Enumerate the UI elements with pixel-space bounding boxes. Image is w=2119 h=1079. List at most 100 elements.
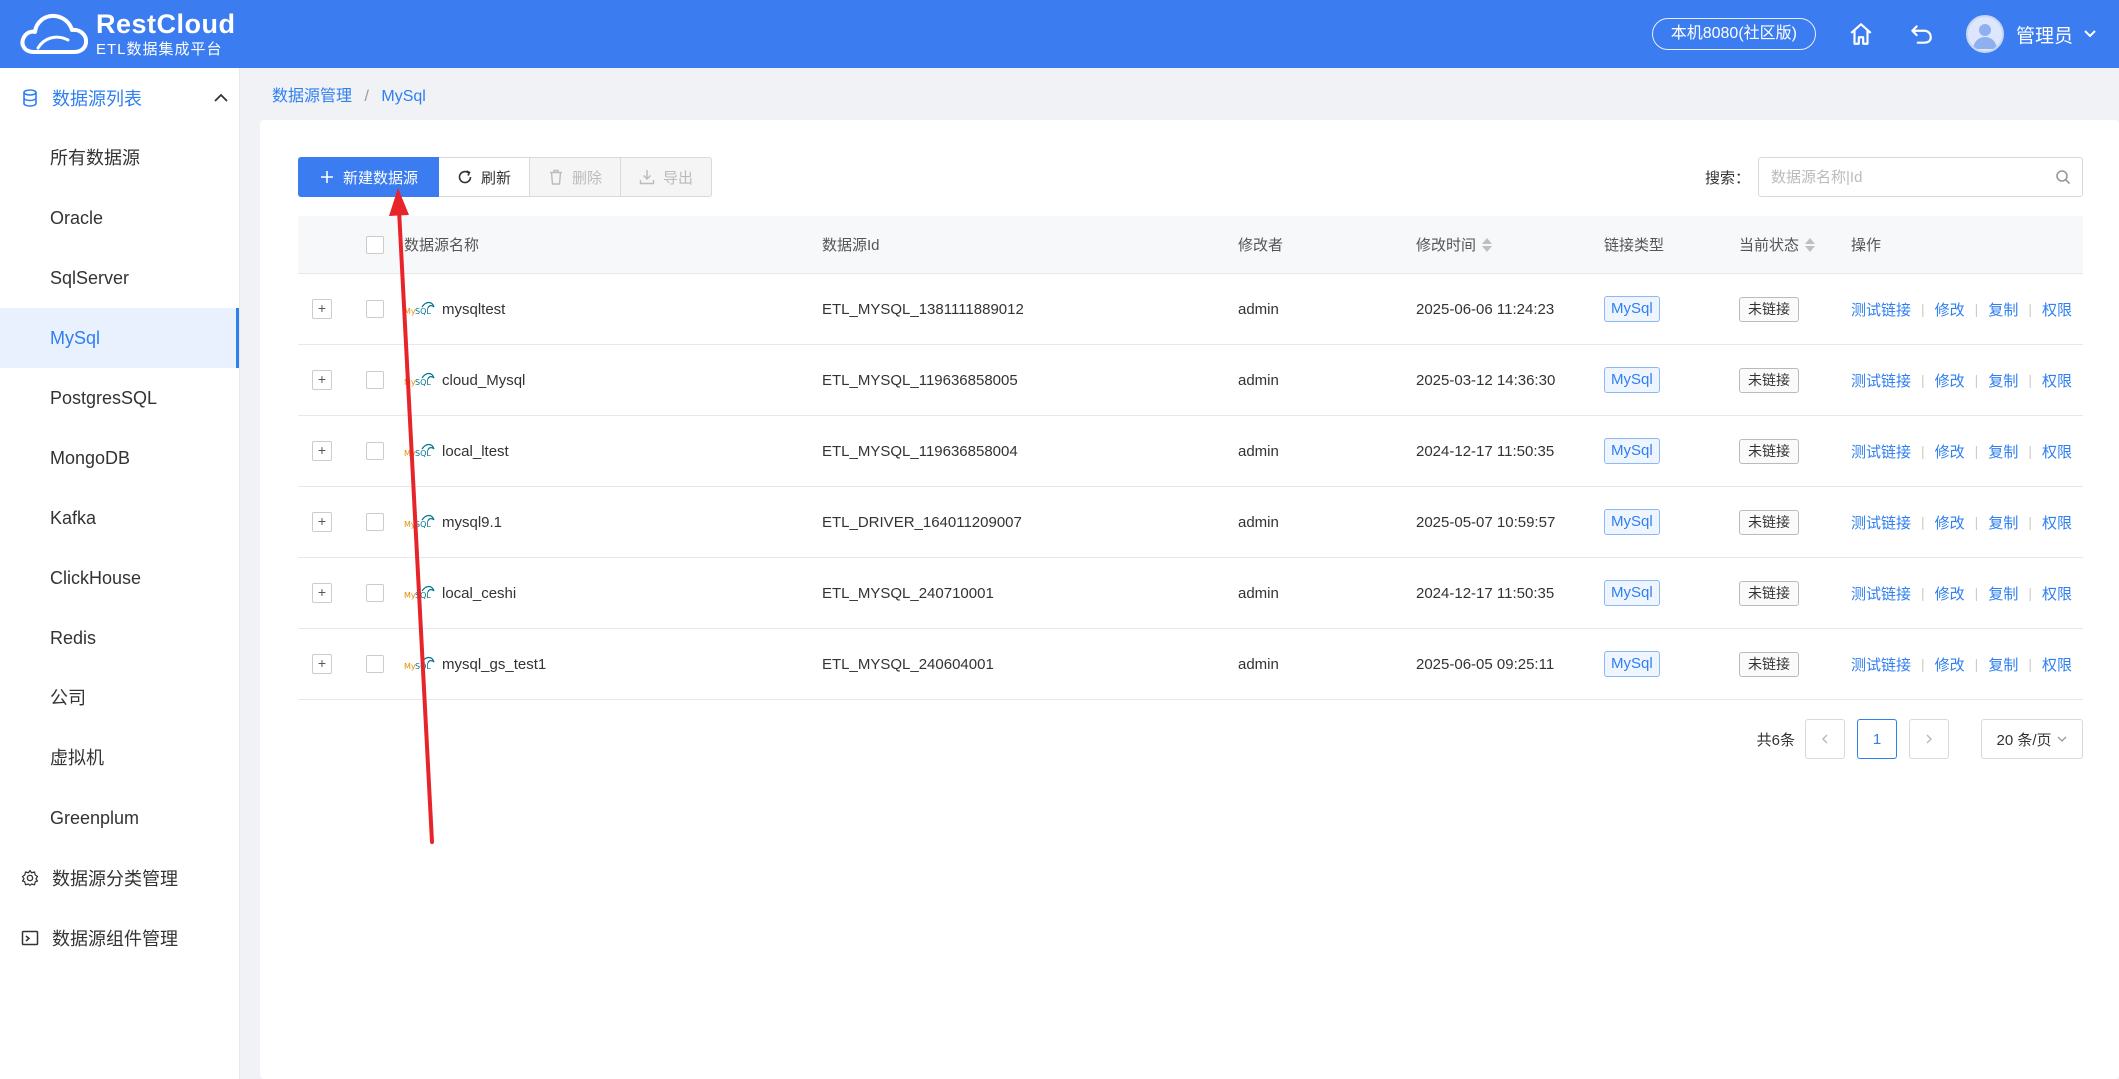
search-icon[interactable]: [2055, 169, 2071, 185]
sidebar-group-component[interactable]: 数据源组件管理: [0, 908, 239, 968]
column-header-ops: 操作: [1851, 237, 1882, 254]
test-link-button[interactable]: 测试链接: [1851, 370, 1911, 391]
user-name[interactable]: 管理员: [2016, 21, 2073, 48]
copy-button[interactable]: 复制: [1988, 370, 2018, 391]
sidebar-item-10[interactable]: 虚拟机: [0, 728, 239, 788]
sidebar-group-label: 数据源分类管理: [52, 869, 178, 889]
pagination: 共6条 1 20 条/页: [1757, 719, 2083, 759]
edit-button[interactable]: 修改: [1935, 299, 1965, 320]
select-all-checkbox[interactable]: [366, 235, 384, 254]
modifier: admin: [1238, 371, 1279, 389]
refresh-button[interactable]: 刷新: [439, 157, 531, 197]
avatar[interactable]: [1965, 15, 2004, 53]
sort-icon[interactable]: [1805, 237, 1816, 252]
edit-button[interactable]: 修改: [1935, 441, 1965, 462]
row-checkbox[interactable]: [366, 513, 384, 531]
svg-text:SQL: SQL: [415, 307, 431, 316]
modified-time: 2025-03-12 14:36:30: [1416, 371, 1556, 389]
delete-label: 删除: [572, 169, 603, 187]
link-type-tag: MySql: [1604, 580, 1660, 606]
datasource-name: local_ceshi: [442, 584, 517, 602]
row-checkbox[interactable]: [366, 300, 384, 318]
modified-time: 2024-12-17 11:50:35: [1416, 442, 1555, 460]
chevron-down-icon[interactable]: [2083, 27, 2097, 41]
copy-button[interactable]: 复制: [1988, 654, 2018, 675]
permission-button[interactable]: 权限: [2042, 441, 2072, 462]
export-button[interactable]: 导出: [621, 157, 713, 197]
copy-button[interactable]: 复制: [1988, 512, 2018, 533]
sidebar-item-oracle[interactable]: Oracle: [0, 188, 239, 248]
search-input[interactable]: [1758, 157, 2083, 197]
test-link-button[interactable]: 测试链接: [1851, 512, 1911, 533]
logo-subtitle: ETL数据集成平台: [96, 41, 223, 58]
expand-row-button[interactable]: +: [312, 370, 332, 390]
expand-row-button[interactable]: +: [312, 583, 332, 603]
permission-button[interactable]: 权限: [2042, 654, 2072, 675]
next-page-button[interactable]: [1909, 719, 1949, 759]
test-link-button[interactable]: 测试链接: [1851, 583, 1911, 604]
delete-button[interactable]: 删除: [530, 157, 622, 197]
row-checkbox[interactable]: [366, 442, 384, 460]
row-checkbox[interactable]: [366, 655, 384, 673]
new-datasource-button[interactable]: 新建数据源: [298, 157, 440, 197]
sidebar-item-clickhouse[interactable]: ClickHouse: [0, 548, 239, 608]
copy-button[interactable]: 复制: [1988, 299, 2018, 320]
back-icon[interactable]: [1906, 19, 1936, 49]
column-header-time[interactable]: 修改时间: [1416, 234, 1604, 255]
test-link-button[interactable]: 测试链接: [1851, 441, 1911, 462]
sidebar-item-0[interactable]: 所有数据源: [0, 128, 239, 188]
table-row: + My SQL local_ceshi ETL_MYSQL_240710001 admi…: [298, 558, 2083, 629]
test-link-button[interactable]: 测试链接: [1851, 654, 1911, 675]
expand-row-button[interactable]: +: [312, 441, 332, 461]
page-size-select[interactable]: 20 条/页: [1981, 719, 2083, 759]
chevron-up-icon[interactable]: [211, 88, 231, 108]
sidebar-item-mysql[interactable]: MySql: [0, 308, 239, 368]
permission-button[interactable]: 权限: [2042, 299, 2072, 320]
sort-icon[interactable]: [1482, 237, 1493, 252]
sidebar-item-redis[interactable]: Redis: [0, 608, 239, 668]
environment-badge[interactable]: 本机8080(社区版): [1651, 18, 1816, 50]
op-divider: |: [1921, 585, 1925, 601]
sidebar-item-postgressql[interactable]: PostgresSQL: [0, 368, 239, 428]
sidebar-item-greenplum[interactable]: Greenplum: [0, 788, 239, 848]
test-link-button[interactable]: 测试链接: [1851, 299, 1911, 320]
edit-button[interactable]: 修改: [1935, 583, 1965, 604]
edit-button[interactable]: 修改: [1935, 512, 1965, 533]
breadcrumb-root[interactable]: 数据源管理: [272, 88, 352, 105]
permission-button[interactable]: 权限: [2042, 370, 2072, 391]
edit-button[interactable]: 修改: [1935, 370, 1965, 391]
row-checkbox[interactable]: [366, 584, 384, 602]
datasource-id: ETL_MYSQL_240710001: [822, 584, 994, 602]
sidebar-item-9[interactable]: 公司: [0, 668, 239, 728]
breadcrumb: 数据源管理 / MySql: [272, 82, 426, 106]
sidebar-group-category[interactable]: 数据源分类管理: [0, 848, 239, 908]
permission-button[interactable]: 权限: [2042, 512, 2072, 533]
top-header: RestCloud ETL数据集成平台 本机8080(社区版) 管理员: [0, 0, 2119, 68]
sidebar-item-kafka[interactable]: Kafka: [0, 488, 239, 548]
sidebar-group-datasources[interactable]: 数据源列表: [0, 68, 239, 128]
column-header-state[interactable]: 当前状态: [1739, 234, 1851, 255]
page-button-current[interactable]: 1: [1857, 719, 1897, 759]
sidebar-item-sqlserver[interactable]: SqlServer: [0, 248, 239, 308]
app-logo[interactable]: RestCloud ETL数据集成平台: [18, 10, 236, 58]
home-icon[interactable]: [1846, 19, 1876, 49]
copy-button[interactable]: 复制: [1988, 583, 2018, 604]
status-badge: 未链接: [1739, 438, 1799, 464]
expand-row-button[interactable]: +: [312, 654, 332, 674]
row-checkbox[interactable]: [366, 371, 384, 389]
modified-time: 2024-12-17 11:50:35: [1416, 584, 1555, 602]
datasource-id: ETL_MYSQL_240604001: [822, 655, 994, 673]
table-row: + My SQL cloud_Mysql ETL_MYSQL_119636858005 a…: [298, 345, 2083, 416]
expand-row-button[interactable]: +: [312, 299, 332, 319]
modifier: admin: [1238, 655, 1279, 673]
status-badge: 未链接: [1739, 296, 1799, 322]
sidebar-item-mongodb[interactable]: MongoDB: [0, 428, 239, 488]
modifier: admin: [1238, 442, 1279, 460]
expand-row-button[interactable]: +: [312, 512, 332, 532]
modifier: admin: [1238, 584, 1279, 602]
table-header: 数据源名称 数据源Id 修改者 修改时间 链接类型 当前状态 操作: [298, 216, 2083, 274]
edit-button[interactable]: 修改: [1935, 654, 1965, 675]
permission-button[interactable]: 权限: [2042, 583, 2072, 604]
prev-page-button[interactable]: [1805, 719, 1845, 759]
copy-button[interactable]: 复制: [1988, 441, 2018, 462]
